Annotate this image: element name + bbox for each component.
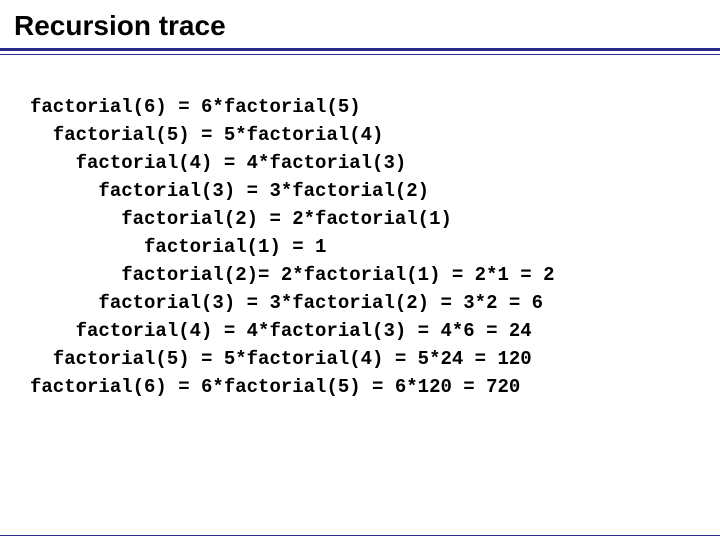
page-title: Recursion trace — [14, 10, 706, 42]
recursion-trace-block: factorial(6) = 6*factorial(5) factorial(… — [0, 55, 720, 401]
footer-rule — [0, 535, 720, 536]
slide: Recursion trace factorial(6) = 6*factori… — [0, 0, 720, 540]
title-wrap: Recursion trace — [0, 0, 720, 48]
title-underline — [0, 48, 720, 55]
